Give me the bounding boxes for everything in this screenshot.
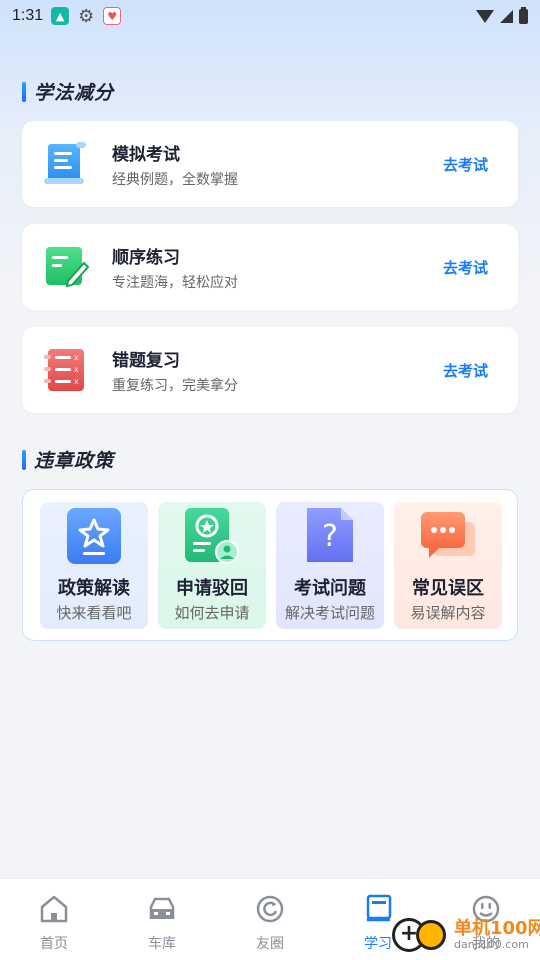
policy-item-exam-questions[interactable]: ? 考试问题 解决考试问题 [276, 502, 384, 629]
nav-friends[interactable]: 友圈 [216, 879, 324, 960]
policy-item-subtitle: 解决考试问题 [284, 604, 375, 622]
chat-bubble-icon [421, 512, 475, 558]
scroll-document-icon [44, 142, 86, 184]
svg-text:x: x [74, 377, 79, 386]
policy-item-misconceptions[interactable]: 常见误区 易误解内容 [394, 502, 502, 629]
section-accent-bar [22, 449, 26, 470]
watermark-circle-icon [416, 920, 446, 950]
card-subtitle: 重复练习，完美拿分 [112, 377, 238, 394]
nav-garage[interactable]: 车库 [108, 879, 216, 960]
svg-text:x: x [74, 365, 79, 374]
settings-gear-icon: ⚙ [78, 5, 95, 27]
card-subtitle: 经典例题，全数掌握 [112, 171, 238, 188]
section-policy-header: 违章政策 [22, 446, 114, 473]
policy-item-appeal[interactable]: 申请驳回 如何去申请 [158, 502, 266, 629]
card-title: 模拟考试 [112, 144, 180, 165]
card-mock-exam[interactable]: 模拟考试 经典例题，全数掌握 去考试 [22, 121, 518, 207]
watermark-text: 单机100网 [454, 918, 540, 939]
card-title: 顺序练习 [112, 247, 180, 268]
section-study-title: 学法减分 [34, 82, 115, 104]
go-exam-button[interactable]: 去考试 [443, 154, 488, 175]
svg-text:?: ? [322, 519, 338, 554]
policy-item-title: 政策解读 [58, 578, 130, 599]
car-icon [149, 897, 175, 919]
car-app-icon: ▲ [51, 7, 70, 25]
card-title: 错题复习 [112, 350, 180, 371]
go-exam-button[interactable]: 去考试 [443, 360, 488, 381]
policy-item-subtitle: 快来看看吧 [56, 604, 132, 622]
policy-item-interpretation[interactable]: 政策解读 快来看看吧 [40, 502, 148, 629]
user-document-icon [185, 508, 239, 564]
star-badge-icon [67, 508, 121, 564]
status-bar: 1:31 ▲ ⚙ ♥ [0, 0, 540, 32]
svg-text:x: x [74, 353, 79, 362]
battery-icon [519, 6, 528, 24]
card-wrong-review[interactable]: x x x 错题复习 重复练习，完美拿分 去考试 [22, 327, 518, 413]
policy-item-title: 常见误区 [412, 578, 484, 599]
policy-item-title: 考试问题 [294, 578, 366, 599]
section-study-header: 学法减分 [22, 78, 114, 105]
watermark-logo: 单机100网 danji100.com [392, 912, 540, 956]
edit-pencil-icon [46, 247, 90, 288]
nav-home[interactable]: 首页 [0, 879, 108, 960]
section-policy-title: 违章政策 [34, 450, 115, 472]
nav-label: 友圈 [256, 936, 284, 952]
nav-label: 车库 [148, 936, 176, 952]
policy-item-title: 申请驳回 [176, 578, 248, 599]
card-subtitle: 专注题海，轻松应对 [112, 274, 238, 291]
question-document-icon: ? [307, 508, 353, 562]
heart-app-icon: ♥ [103, 7, 122, 25]
go-exam-button[interactable]: 去考试 [443, 257, 488, 278]
nav-label: 首页 [40, 936, 68, 952]
card-sequential-practice[interactable]: 顺序练习 专注题海，轻松应对 去考试 [22, 224, 518, 310]
refresh-circle-icon [256, 895, 284, 923]
home-icon [40, 895, 68, 923]
policy-item-subtitle: 易误解内容 [410, 604, 486, 622]
section-accent-bar [22, 81, 26, 102]
signal-icon [500, 9, 513, 23]
book-icon [366, 894, 392, 922]
wifi-icon [476, 9, 494, 23]
policy-grid: 政策解读 快来看看吧 申请驳回 如何去申请 ? 考试问题 解决考试问题 常见误区… [22, 489, 518, 641]
watermark-url: danji100.com [454, 938, 529, 951]
status-time: 1:31 [12, 7, 44, 24]
wrong-list-icon: x x x [44, 349, 84, 391]
policy-item-subtitle: 如何去申请 [174, 604, 250, 622]
